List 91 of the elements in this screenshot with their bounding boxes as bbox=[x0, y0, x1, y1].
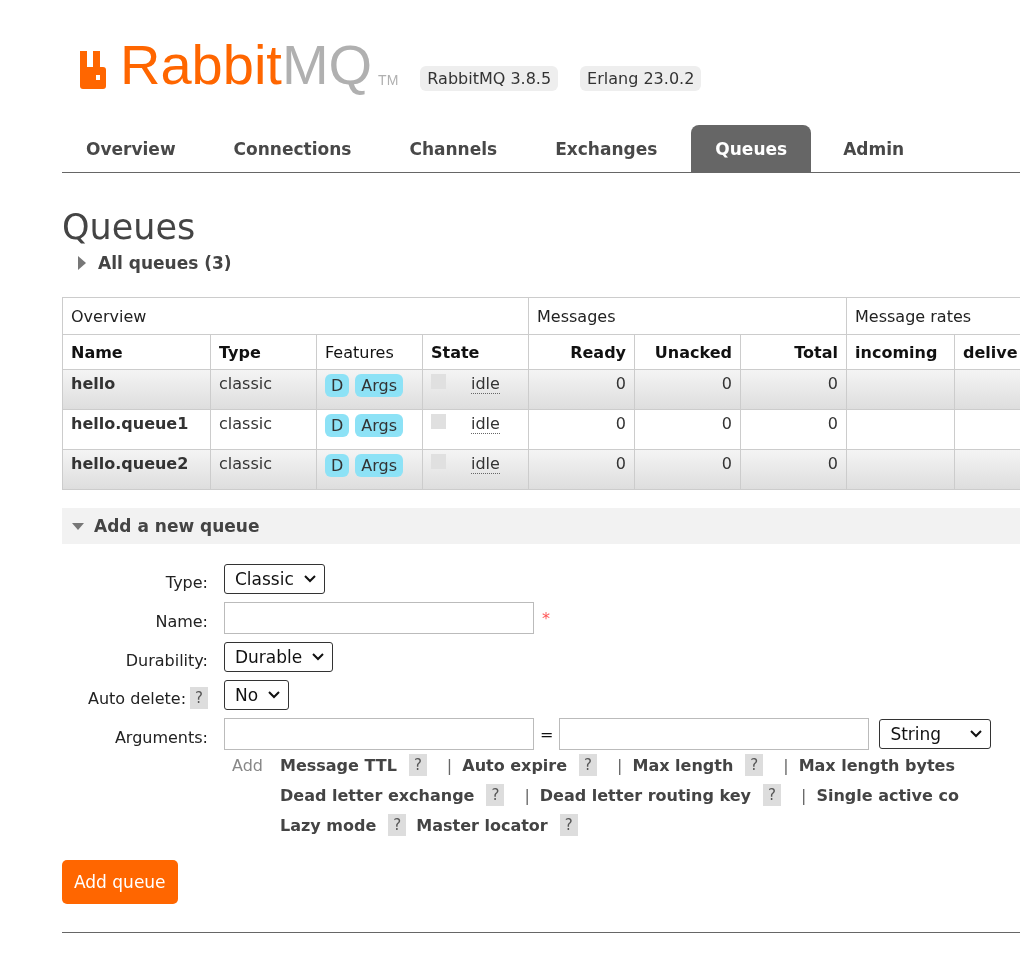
table-cell: 0 bbox=[528, 409, 635, 450]
table-cell: 0 bbox=[528, 369, 635, 410]
table-cell: 0 bbox=[740, 449, 847, 490]
feature-tag: Args bbox=[355, 454, 404, 477]
help-icon[interactable]: ? bbox=[745, 754, 764, 776]
argument-link[interactable]: Dead letter routing key bbox=[539, 785, 751, 805]
argument-link[interactable]: Master locator bbox=[416, 815, 548, 835]
feature-tag: D bbox=[325, 454, 350, 477]
argument-link[interactable]: Lazy mode bbox=[280, 815, 377, 835]
trademark: TM bbox=[378, 73, 399, 87]
required-mark: * bbox=[542, 608, 550, 628]
separator: | bbox=[446, 755, 453, 775]
nav-tab[interactable]: Overview bbox=[62, 125, 200, 172]
chevron-down-icon bbox=[268, 691, 281, 699]
argument-link[interactable]: Message TTL bbox=[280, 755, 397, 775]
column-header: Type bbox=[210, 334, 317, 370]
feature-tag: D bbox=[325, 414, 350, 437]
separator: | bbox=[783, 755, 789, 775]
dropdown[interactable]: Classic bbox=[224, 564, 325, 594]
add-queue-section-header[interactable]: Add a new queue bbox=[62, 508, 1020, 544]
column-header: State bbox=[422, 334, 529, 370]
dropdown[interactable]: No bbox=[224, 680, 290, 710]
column-header: Name bbox=[62, 334, 211, 370]
chevron-down-icon bbox=[970, 730, 983, 738]
column-group-header: Messages bbox=[528, 297, 847, 335]
help-icon[interactable]: ? bbox=[486, 784, 505, 806]
nav-tab[interactable]: Admin bbox=[819, 125, 929, 172]
state-text: idle bbox=[471, 454, 500, 474]
help-icon[interactable]: ? bbox=[190, 687, 208, 709]
table-cell: hello.queue1 bbox=[62, 409, 211, 450]
table-cell: classic bbox=[210, 449, 317, 490]
nav-tab[interactable]: Connections bbox=[209, 125, 376, 172]
column-header: Unacked bbox=[634, 334, 741, 370]
table-cell: 0 bbox=[634, 409, 741, 450]
state-text: idle bbox=[471, 374, 500, 394]
feature-tag: Args bbox=[355, 414, 404, 437]
version-badge: Erlang 23.0.2 bbox=[580, 66, 702, 91]
column-header: Ready bbox=[528, 334, 635, 370]
all-queues-toggle[interactable]: All queues (3) bbox=[62, 253, 1020, 273]
version-badge: RabbitMQ 3.8.5 bbox=[420, 66, 559, 91]
table-cell: classic bbox=[210, 369, 317, 410]
column-header: Features bbox=[316, 334, 423, 370]
argument-key-field[interactable] bbox=[224, 718, 534, 750]
add-argument-link[interactable]: Add bbox=[224, 754, 280, 836]
separator: | bbox=[524, 785, 530, 805]
nav-tab[interactable]: Channels bbox=[385, 125, 522, 172]
page-title: Queues bbox=[62, 207, 197, 247]
argument-value-field[interactable] bbox=[559, 718, 870, 750]
table-cell: 0 bbox=[740, 409, 847, 450]
dropdown[interactable]: String bbox=[879, 719, 992, 749]
chevron-down-icon bbox=[312, 653, 325, 661]
state-text: idle bbox=[471, 414, 500, 434]
argument-link[interactable]: Auto expire bbox=[462, 755, 568, 775]
help-icon[interactable]: ? bbox=[763, 784, 781, 806]
table-cell: 0 bbox=[740, 369, 847, 410]
argument-link[interactable]: Single active co bbox=[816, 785, 959, 805]
dropdown[interactable]: Durable bbox=[224, 642, 334, 672]
logo-text: Rabbit bbox=[120, 37, 282, 93]
column-group-header: Message rates bbox=[846, 297, 1020, 335]
name-input-field[interactable] bbox=[224, 602, 534, 634]
field-label: Auto delete: bbox=[88, 688, 187, 708]
separator: | bbox=[617, 755, 623, 775]
table-cell: hello bbox=[62, 369, 211, 410]
column-group-header: Overview bbox=[62, 297, 529, 335]
field-label: Durability: bbox=[125, 650, 208, 670]
state-indicator-icon bbox=[431, 414, 446, 429]
separator: | bbox=[801, 785, 807, 805]
logo-text: MQ bbox=[281, 37, 373, 93]
table-cell: 0 bbox=[528, 449, 635, 490]
column-header: incoming bbox=[846, 334, 955, 370]
argument-link[interactable]: Dead letter exchange bbox=[280, 785, 475, 805]
column-header: Total bbox=[740, 334, 847, 370]
nav-tab[interactable]: Queues bbox=[691, 125, 812, 172]
table-cell: 0 bbox=[634, 369, 741, 410]
nav-tab[interactable]: Exchanges bbox=[531, 125, 682, 172]
field-label: Arguments: bbox=[114, 727, 208, 747]
table-cell: 0 bbox=[634, 449, 741, 490]
help-icon[interactable]: ? bbox=[408, 754, 427, 776]
help-icon[interactable]: ? bbox=[559, 814, 578, 836]
argument-link[interactable]: Max length bytes bbox=[798, 755, 955, 775]
table-cell: classic bbox=[210, 409, 317, 450]
field-label: Type: bbox=[165, 572, 208, 592]
feature-tag: Args bbox=[355, 374, 404, 397]
help-icon[interactable]: ? bbox=[579, 754, 598, 776]
table-cell: hello.queue2 bbox=[62, 449, 211, 490]
feature-tag: D bbox=[325, 374, 350, 397]
equals-sign: = bbox=[540, 724, 554, 744]
chevron-down-icon bbox=[303, 575, 316, 583]
help-icon[interactable]: ? bbox=[388, 814, 407, 836]
field-label: Name: bbox=[155, 611, 208, 631]
argument-link[interactable]: Max length bbox=[632, 755, 734, 775]
